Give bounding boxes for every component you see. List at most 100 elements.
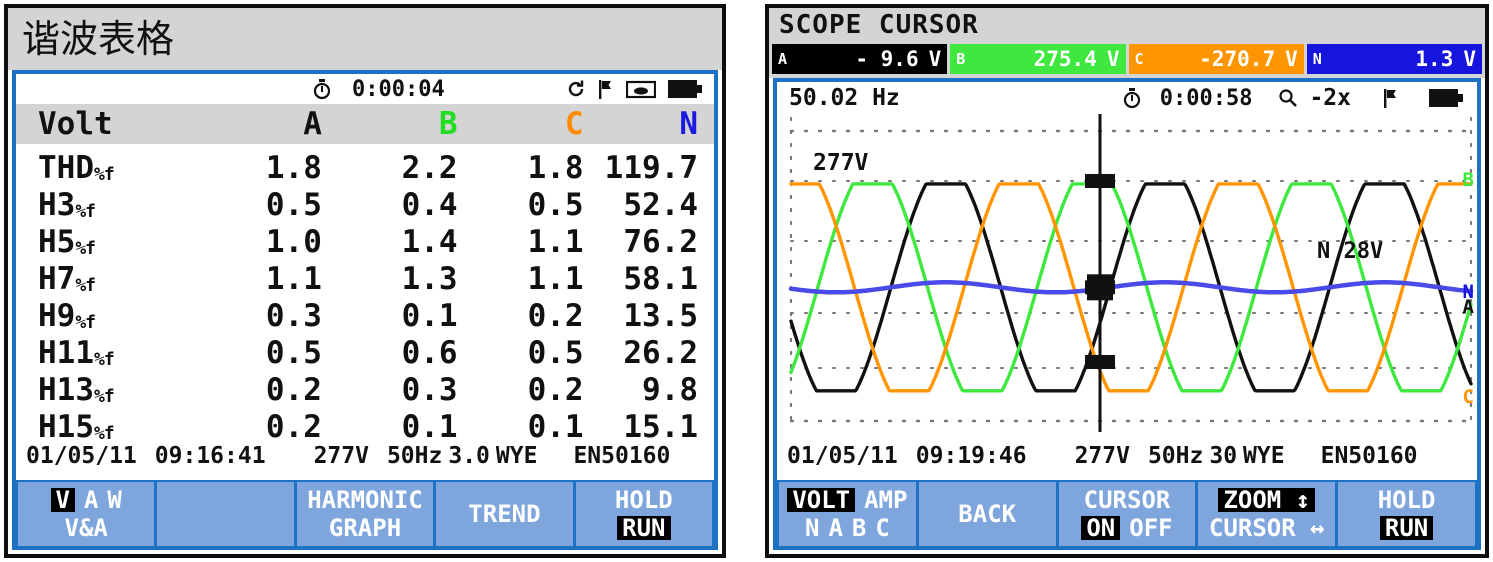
phase-reading: -270.7 — [1199, 47, 1276, 71]
phase-value-c: C -270.7 V — [1128, 44, 1304, 74]
scope-info-frequency: 50Hz — [1147, 443, 1204, 469]
cell-a: 0.5 — [265, 186, 322, 223]
phase-value-b: B 275.4 V — [950, 44, 1126, 74]
scope-info-date: 01/05/11 — [787, 443, 898, 469]
table-row: H9%f 0.3 0.1 0.2 13.5 — [16, 297, 714, 334]
softkey-token[interactable]: N — [805, 516, 819, 540]
softkey-token[interactable]: GRAPH — [329, 516, 401, 540]
cell-n: 9.8 — [642, 371, 698, 408]
left-softkey-1[interactable] — [157, 482, 294, 546]
edge-label-b: B — [1462, 169, 1474, 191]
softkey-token[interactable]: W — [107, 488, 121, 512]
cell-a: 0.3 — [265, 297, 322, 334]
scope-title: SCOPE CURSOR — [779, 10, 979, 40]
softkey-token[interactable]: HOLD — [615, 488, 673, 512]
column-header-volt: Volt — [38, 106, 113, 142]
softkey-token[interactable]: AMP — [864, 488, 907, 512]
cell-c: 1.1 — [527, 223, 584, 260]
row-label: H5%f — [38, 223, 96, 260]
softkey-token[interactable]: C — [875, 516, 889, 540]
softkey-selected-token[interactable]: ZOOM ↕ — [1218, 488, 1316, 512]
scope-info-standard: EN50160 — [1320, 443, 1418, 469]
info-frequency: 50Hz — [386, 443, 443, 469]
softkey-token[interactable]: B — [852, 516, 866, 540]
cell-b: 1.4 — [401, 223, 458, 260]
left-softkey-2[interactable]: HARMONIC GRAPH — [296, 482, 434, 546]
info-time: 09:16:41 — [154, 443, 266, 469]
waveform-plot[interactable]: 277V N 28V B N A C — [777, 114, 1477, 432]
right-softkey-3[interactable]: ZOOM ↕ CURSOR ↔ — [1198, 482, 1336, 546]
scope-info-phase: 30 — [1209, 443, 1238, 469]
table-row: THD%f 1.8 2.2 1.8 119.7 — [16, 149, 714, 186]
info-voltage: 277V — [313, 443, 369, 469]
scope-cursor-window: SCOPE CURSOR A- 9.6 V B 275.4 V C -270.7 V N 1.3 V… — [765, 4, 1489, 558]
scope-info-time: 09:19:46 — [915, 443, 1027, 469]
softkey-line: RUN — [617, 516, 671, 540]
softkey-token[interactable]: A — [84, 488, 98, 512]
scope-svg — [788, 114, 1474, 432]
harmonics-rows: THD%f 1.8 2.2 1.8 119.7 H3%f 0.5 0.4 0.5 52.4 H5%f… — [16, 144, 714, 445]
left-softkey-bar[interactable]: V A W V&A HARMONIC GRAPH TREND HOLD RUN — [16, 480, 714, 546]
softkey-token[interactable]: BACK — [958, 502, 1016, 526]
softkey-line: HOLD — [1378, 488, 1436, 512]
right-softkey-4[interactable]: HOLD RUN — [1338, 482, 1475, 546]
softkey-token[interactable]: HARMONIC — [307, 488, 423, 512]
cell-b: 0.4 — [401, 186, 458, 223]
right-softkey-bar[interactable]: VOLT AMP N A B C BACK CURSOR ON OFF ZOOM ↕ CURSOR ↔… — [777, 480, 1477, 546]
cursor-marker[interactable] — [1085, 355, 1115, 369]
scope-info-voltage: 277V — [1074, 443, 1130, 469]
table-row: H3%f 0.5 0.4 0.5 52.4 — [16, 186, 714, 223]
cell-a: 0.2 — [265, 371, 322, 408]
cell-b: 0.3 — [401, 371, 458, 408]
cursor-marker[interactable] — [1085, 174, 1115, 188]
table-row: H13%f 0.2 0.3 0.2 9.8 — [16, 371, 714, 408]
harmonics-table-window: 谐波表格 0:00:04 Volt A B C N THD%f 1.8 2.2 … — [4, 4, 726, 558]
cell-n: 76.2 — [623, 223, 698, 260]
battery-icon — [1429, 88, 1463, 108]
softkey-line: TREND — [468, 502, 540, 526]
left-status-bar: 0:00:04 — [16, 74, 714, 104]
left-softkey-4[interactable]: HOLD RUN — [575, 482, 713, 546]
phase-value-n: N 1.3 V — [1306, 44, 1482, 74]
softkey-selected-token[interactable]: ON — [1081, 516, 1121, 540]
phase-unit: V — [1463, 47, 1476, 71]
right-screen: 50.02 Hz 0:00:58 -2x 277V N 28V B N A C … — [773, 78, 1481, 550]
softkey-selected-token[interactable]: RUN — [1379, 516, 1434, 540]
softkey-selected-token[interactable]: RUN — [617, 516, 671, 540]
row-label: H9%f — [38, 297, 96, 334]
softkey-line: BACK — [958, 502, 1016, 526]
softkey-line: CURSOR — [1084, 488, 1171, 512]
softkey-token[interactable]: HOLD — [1378, 488, 1436, 512]
column-header-n: N — [679, 106, 698, 142]
phase-label: A — [778, 50, 788, 68]
scope-info-wiring: WYE — [1243, 443, 1285, 469]
softkey-token[interactable]: CURSOR ↔ — [1209, 516, 1325, 540]
stopwatch-icon — [1122, 87, 1142, 109]
cell-c: 0.2 — [527, 371, 584, 408]
softkey-selected-token[interactable]: VOLT — [787, 488, 856, 512]
cell-n: 52.4 — [623, 186, 698, 223]
right-softkey-2[interactable]: CURSOR ON OFF — [1058, 482, 1196, 546]
softkey-line: VOLT AMP — [787, 488, 907, 512]
cursor-marker[interactable] — [1087, 274, 1113, 301]
left-softkey-0[interactable]: V A W V&A — [18, 482, 155, 546]
phase-reading: - 9.6 — [855, 47, 919, 71]
cell-b: 2.2 — [401, 149, 458, 186]
phase-reading: 275.4 — [1033, 47, 1097, 71]
softkey-token[interactable]: CURSOR — [1084, 488, 1171, 512]
softkey-token[interactable]: V&A — [65, 516, 108, 540]
right-softkey-0[interactable]: VOLT AMP N A B C — [779, 482, 916, 546]
phase-value-boxes: A- 9.6 V B 275.4 V C -270.7 V N 1.3 V — [769, 44, 1485, 74]
softkey-token[interactable]: TREND — [468, 502, 540, 526]
softkey-token[interactable]: OFF — [1129, 516, 1172, 540]
phase-label: C — [1134, 50, 1144, 68]
cell-a: 1.8 — [265, 149, 322, 186]
row-label: H13%f — [38, 371, 115, 408]
table-header-row: Volt A B C N — [16, 104, 714, 144]
right-softkey-1[interactable]: BACK — [918, 482, 1056, 546]
softkey-token[interactable]: A — [828, 516, 842, 540]
softkey-selected-token[interactable]: V — [50, 488, 75, 512]
magnifier-icon — [1278, 88, 1298, 108]
stopwatch-icon — [312, 78, 332, 100]
left-softkey-3[interactable]: TREND — [436, 482, 573, 546]
